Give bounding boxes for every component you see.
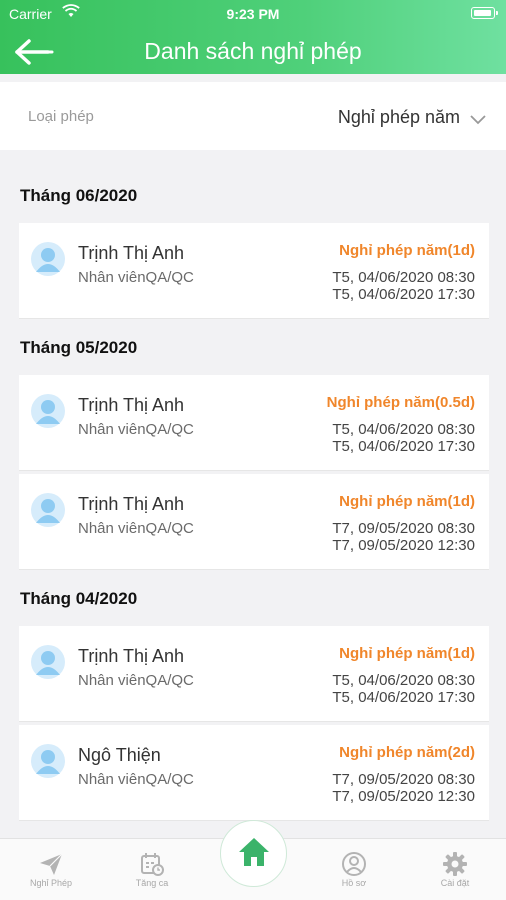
tab-nghi-phep[interactable]: Nghỉ Phép xyxy=(6,851,96,888)
filter-value: Nghỉ phép năm xyxy=(337,106,460,127)
app-header: Carrier 9:23 PM Danh sách nghỉ phép xyxy=(0,0,506,74)
leave-type-badge: Nghỉ phép năm(1d) xyxy=(339,242,475,259)
profile-icon xyxy=(342,852,366,876)
status-bar: Carrier 9:23 PM xyxy=(0,0,506,28)
avatar-icon xyxy=(31,744,65,778)
employee-role: Nhân viênQA/QC xyxy=(78,421,194,438)
employee-name: Ngô Thiện xyxy=(78,745,161,765)
leave-item[interactable]: Ngô Thiện Nhân viênQA/QC Nghỉ phép năm(2… xyxy=(19,725,489,821)
avatar-icon xyxy=(31,645,65,679)
calendar-clock-icon xyxy=(141,853,164,876)
employee-name: Trịnh Thị Anh xyxy=(78,646,185,666)
filter-label: Loại phép xyxy=(28,108,94,125)
avatar-icon xyxy=(31,394,65,428)
month-header: Tháng 05/2020 xyxy=(20,338,138,357)
leave-start-time: T5, 04/06/2020 08:30 xyxy=(332,269,475,286)
leave-start-time: T7, 09/05/2020 08:30 xyxy=(332,771,475,788)
chevron-down-icon xyxy=(470,115,486,125)
tab-ho-so[interactable]: Hồ sơ xyxy=(309,851,399,888)
home-icon xyxy=(239,838,269,866)
month-header: Tháng 06/2020 xyxy=(20,186,138,205)
leave-item[interactable]: Trịnh Thị Anh Nhân viênQA/QC Nghỉ phép n… xyxy=(19,223,489,319)
status-time: 9:23 PM xyxy=(226,6,280,22)
leave-item[interactable]: Trịnh Thị Anh Nhân viênQA/QC Nghỉ phép n… xyxy=(19,375,489,471)
gear-icon xyxy=(443,852,467,876)
leave-type-badge: Nghỉ phép năm(2d) xyxy=(339,744,475,761)
employee-name: Trịnh Thị Anh xyxy=(78,243,185,263)
month-header: Tháng 04/2020 xyxy=(20,589,138,608)
leave-item[interactable]: Trịnh Thị Anh Nhân viênQA/QC Nghỉ phép n… xyxy=(19,626,489,722)
leave-item[interactable]: Trịnh Thị Anh Nhân viênQA/QC Nghỉ phép n… xyxy=(19,474,489,570)
tab-label: Cài đặt xyxy=(440,878,470,888)
leave-type-select[interactable]: Nghỉ phép năm xyxy=(338,102,486,132)
leave-end-time: T5, 04/06/2020 17:30 xyxy=(332,286,475,303)
leave-type-badge: Nghỉ phép năm(1d) xyxy=(339,493,475,510)
avatar-icon xyxy=(31,493,65,527)
tab-label: Nghỉ Phép xyxy=(29,878,73,888)
leave-end-time: T7, 09/05/2020 12:30 xyxy=(332,788,475,805)
employee-name: Trịnh Thị Anh xyxy=(78,494,185,514)
leave-start-time: T5, 04/06/2020 08:30 xyxy=(332,421,475,438)
leave-type-badge: Nghỉ phép năm(1d) xyxy=(339,645,475,662)
leave-start-time: T5, 04/06/2020 08:30 xyxy=(332,672,475,689)
leave-start-time: T7, 09/05/2020 08:30 xyxy=(332,520,475,537)
employee-name: Trịnh Thị Anh xyxy=(78,395,185,415)
leave-end-time: T5, 04/06/2020 17:30 xyxy=(332,689,475,706)
page-title: Danh sách nghỉ phép xyxy=(144,38,362,64)
employee-role: Nhân viênQA/QC xyxy=(78,269,194,286)
tab-cai-dat[interactable]: Cài đặt xyxy=(410,851,500,888)
leave-type-badge: Nghỉ phép năm(0.5d) xyxy=(326,394,475,411)
paper-plane-icon xyxy=(40,853,63,875)
employee-role: Nhân viênQA/QC xyxy=(78,520,194,537)
battery-icon xyxy=(471,7,498,19)
home-button[interactable] xyxy=(220,820,287,887)
tab-label: Tăng ca xyxy=(135,878,169,888)
leave-end-time: T7, 09/05/2020 12:30 xyxy=(332,537,475,554)
leave-end-time: T5, 04/06/2020 17:30 xyxy=(332,438,475,455)
avatar-icon xyxy=(31,242,65,276)
tab-tang-ca[interactable]: Tăng ca xyxy=(107,851,197,888)
employee-role: Nhân viênQA/QC xyxy=(78,771,194,788)
leave-type-filter: Loại phép Nghỉ phép năm xyxy=(0,82,506,150)
tab-label: Hồ sơ xyxy=(341,878,367,888)
employee-role: Nhân viênQA/QC xyxy=(78,672,194,689)
